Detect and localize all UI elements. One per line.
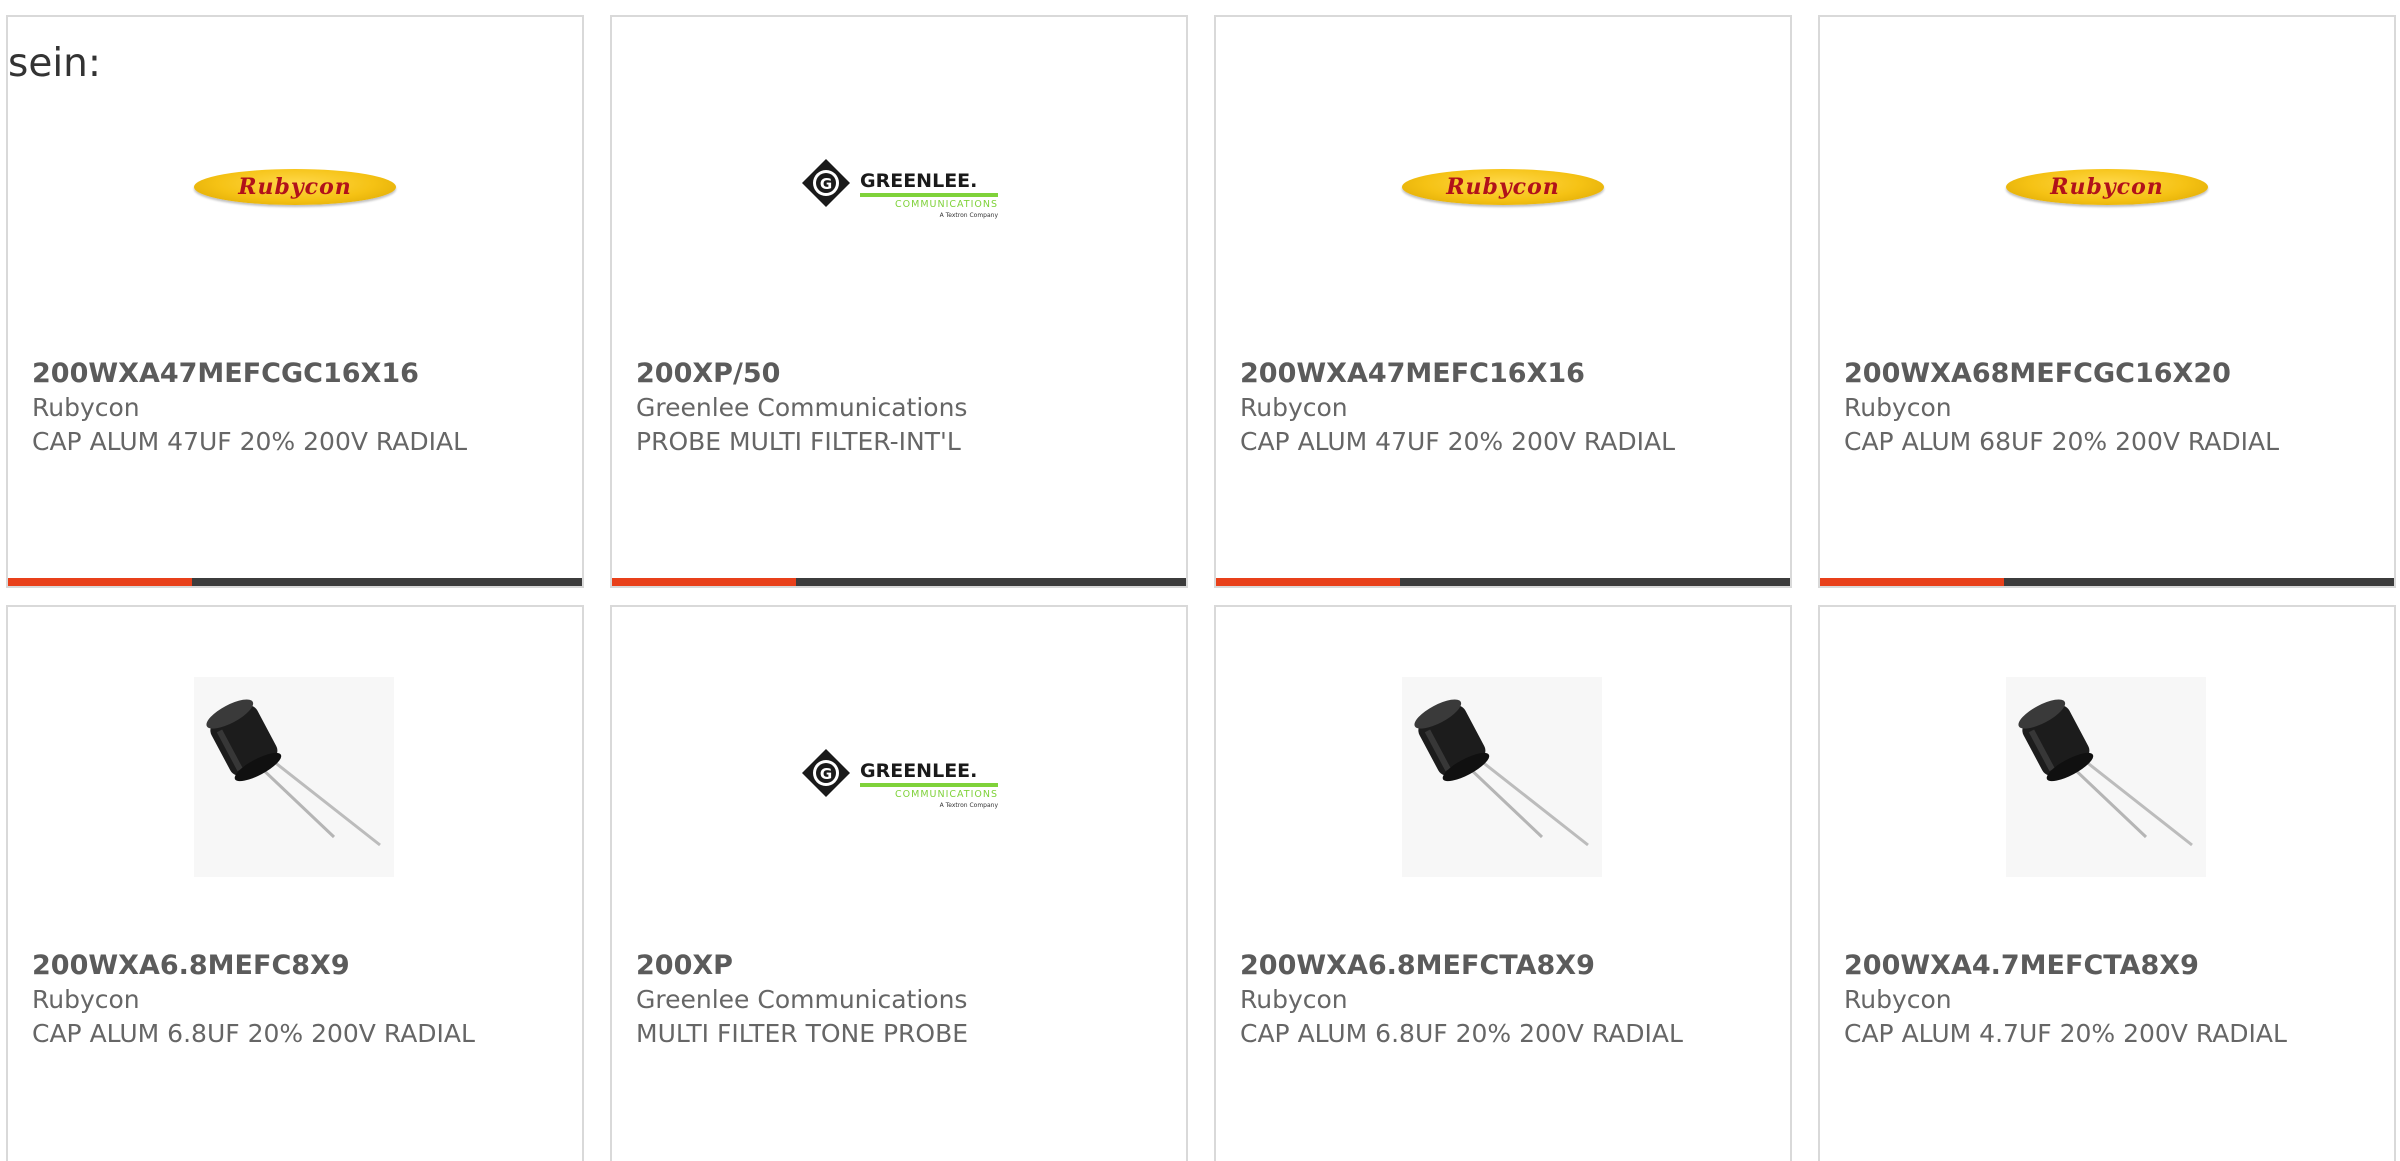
greenlee-logo: G GREENLEE. COMMUNICATIONS A Textron Com… [802, 749, 999, 809]
manufacturer-name: Rubycon [1844, 985, 1952, 1014]
product-image-area [1820, 607, 2394, 937]
rubycon-logo: Rubycon [2006, 169, 2208, 205]
product-info: 200WXA6.8MEFC8X9 Rubycon CAP ALUM 6.8UF … [32, 949, 562, 1051]
product-image-area: Rubycon [1820, 17, 2394, 347]
rubycon-logo-text: Rubycon [2050, 174, 2164, 200]
greenlee-g-icon: G [802, 749, 850, 797]
product-description: CAP ALUM 6.8UF 20% 200V RADIAL [32, 1019, 475, 1048]
greenlee-logo-text: GREENLEE. [860, 170, 977, 192]
product-card[interactable]: Rubycon 200WXA47MEFCGC16X16 Rubycon CAP … [6, 15, 584, 588]
rubycon-logo-text: Rubycon [1446, 174, 1560, 200]
rubycon-logo-text: Rubycon [238, 174, 352, 200]
greenlee-logo-tagline: A Textron Company [940, 212, 999, 219]
product-info: 200XP Greenlee Communications MULTI FILT… [636, 949, 1166, 1051]
part-number-link[interactable]: 200WXA47MEFCGC16X16 [32, 357, 562, 391]
product-grid-page: sein: Rubycon 200WXA47MEFCGC16X16 Rubyco… [0, 0, 2400, 1161]
manufacturer-name: Greenlee Communications [636, 393, 968, 422]
product-description: CAP ALUM 6.8UF 20% 200V RADIAL [1240, 1019, 1683, 1048]
card-progress-bar [1820, 578, 2394, 586]
capacitor-image [1402, 677, 1602, 877]
greenlee-logo-tagline: A Textron Company [940, 802, 999, 809]
product-image-area [1216, 607, 1790, 937]
product-image-area: G GREENLEE. COMMUNICATIONS A Textron Com… [612, 607, 1186, 937]
part-number-link[interactable]: 200WXA4.7MEFCTA8X9 [1844, 949, 2374, 983]
card-progress-fill [1216, 578, 1400, 586]
manufacturer-name: Rubycon [1240, 985, 1348, 1014]
product-description: PROBE MULTI FILTER-INT'L [636, 427, 961, 456]
part-number-link[interactable]: 200WXA6.8MEFC8X9 [32, 949, 562, 983]
product-info: 200WXA47MEFCGC16X16 Rubycon CAP ALUM 47U… [32, 357, 562, 459]
product-card[interactable]: Rubycon 200WXA68MEFCGC16X20 Rubycon CAP … [1818, 15, 2396, 588]
part-number-link[interactable]: 200XP/50 [636, 357, 1166, 391]
part-number-link[interactable]: 200XP [636, 949, 1166, 983]
capacitor-image [2006, 677, 2206, 877]
product-card[interactable]: 200WXA6.8MEFC8X9 Rubycon CAP ALUM 6.8UF … [6, 605, 584, 1161]
product-description: CAP ALUM 4.7UF 20% 200V RADIAL [1844, 1019, 2287, 1048]
card-progress-fill [1820, 578, 2004, 586]
card-progress-bar [1216, 578, 1790, 586]
product-info: 200WXA68MEFCGC16X20 Rubycon CAP ALUM 68U… [1844, 357, 2374, 459]
product-description: CAP ALUM 47UF 20% 200V RADIAL [1240, 427, 1676, 456]
card-progress-bar [612, 578, 1186, 586]
product-description: MULTI FILTER TONE PROBE [636, 1019, 969, 1048]
capacitor-image [194, 677, 394, 877]
manufacturer-name: Rubycon [32, 985, 140, 1014]
rubycon-logo: Rubycon [1402, 169, 1604, 205]
card-progress-fill [8, 578, 192, 586]
manufacturer-name: Rubycon [1240, 393, 1348, 422]
product-card[interactable]: 200WXA6.8MEFCTA8X9 Rubycon CAP ALUM 6.8U… [1214, 605, 1792, 1161]
product-info: 200WXA6.8MEFCTA8X9 Rubycon CAP ALUM 6.8U… [1240, 949, 1770, 1051]
greenlee-logo-text: GREENLEE. [860, 760, 977, 782]
intro-text: sein: [8, 41, 102, 86]
product-info: 200WXA47MEFC16X16 Rubycon CAP ALUM 47UF … [1240, 357, 1770, 459]
product-info: 200WXA4.7MEFCTA8X9 Rubycon CAP ALUM 4.7U… [1844, 949, 2374, 1051]
product-image-area: G GREENLEE. COMMUNICATIONS A Textron Com… [612, 17, 1186, 347]
card-progress-bar [8, 578, 582, 586]
product-card[interactable]: G GREENLEE. COMMUNICATIONS A Textron Com… [610, 15, 1188, 588]
greenlee-g-icon: G [802, 159, 850, 207]
manufacturer-name: Greenlee Communications [636, 985, 968, 1014]
greenlee-logo-subtext: COMMUNICATIONS [895, 789, 998, 800]
product-info: 200XP/50 Greenlee Communications PROBE M… [636, 357, 1166, 459]
product-grid: Rubycon 200WXA47MEFCGC16X16 Rubycon CAP … [0, 0, 2400, 1161]
product-description: CAP ALUM 68UF 20% 200V RADIAL [1844, 427, 2280, 456]
part-number-link[interactable]: 200WXA47MEFC16X16 [1240, 357, 1770, 391]
product-image-area: Rubycon [1216, 17, 1790, 347]
product-description: CAP ALUM 47UF 20% 200V RADIAL [32, 427, 468, 456]
manufacturer-name: Rubycon [32, 393, 140, 422]
greenlee-logo-subtext: COMMUNICATIONS [895, 199, 998, 210]
rubycon-logo: Rubycon [194, 169, 396, 205]
manufacturer-name: Rubycon [1844, 393, 1952, 422]
part-number-link[interactable]: 200WXA68MEFCGC16X20 [1844, 357, 2374, 391]
greenlee-logo: G GREENLEE. COMMUNICATIONS A Textron Com… [802, 159, 999, 219]
svg-text:G: G [820, 765, 832, 783]
svg-text:G: G [820, 175, 832, 193]
product-card[interactable]: Rubycon 200WXA47MEFC16X16 Rubycon CAP AL… [1214, 15, 1792, 588]
product-card[interactable]: G GREENLEE. COMMUNICATIONS A Textron Com… [610, 605, 1188, 1161]
product-card[interactable]: 200WXA4.7MEFCTA8X9 Rubycon CAP ALUM 4.7U… [1818, 605, 2396, 1161]
card-progress-fill [612, 578, 796, 586]
part-number-link[interactable]: 200WXA6.8MEFCTA8X9 [1240, 949, 1770, 983]
product-image-area [8, 607, 582, 937]
